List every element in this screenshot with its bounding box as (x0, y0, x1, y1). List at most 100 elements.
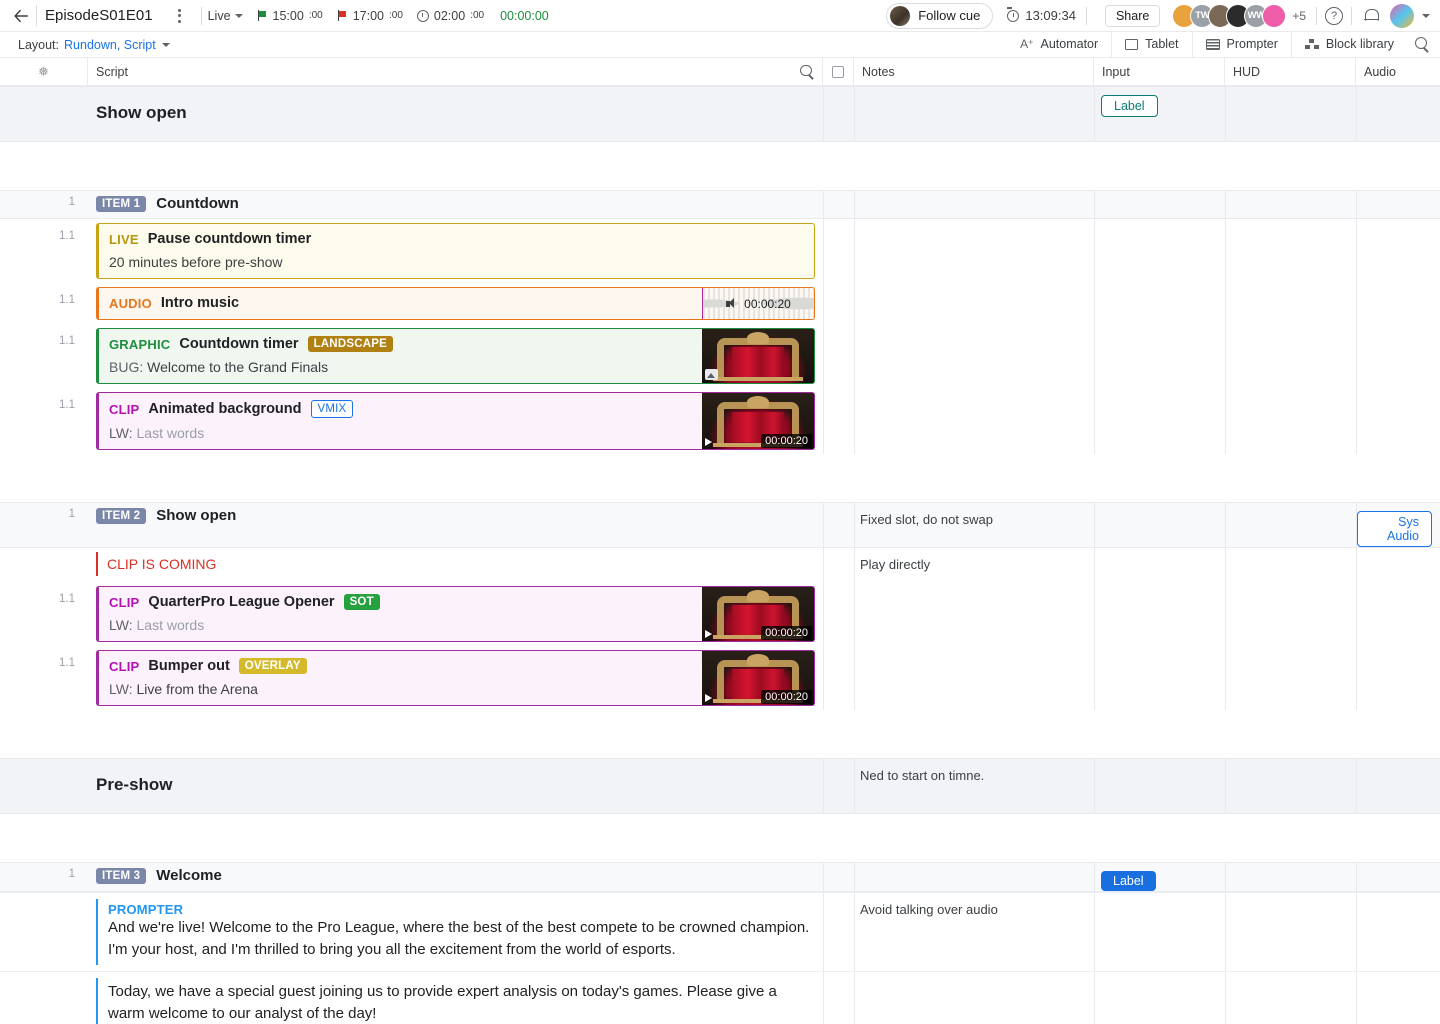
notes-cell[interactable] (854, 191, 1094, 218)
section-title[interactable]: Pre-show (88, 759, 823, 795)
audio-cell-col[interactable] (1356, 972, 1440, 1024)
block-graphic[interactable]: GRAPHIC Countdown timer LANDSCAPE BUG: Welc… (96, 328, 815, 384)
script-block-text[interactable]: Today, we have a special guest joining u… (96, 978, 815, 1024)
row-select-cell[interactable] (823, 646, 854, 710)
row-select-cell[interactable] (823, 324, 854, 388)
back-arrow-icon[interactable] (8, 3, 34, 29)
audio-cell-col[interactable] (1356, 283, 1440, 324)
notes-cell[interactable]: Ned to start on timne. (854, 759, 1094, 813)
block-audio[interactable]: AUDIO Intro music 00:00:20 (96, 287, 815, 320)
chevron-down-icon[interactable] (161, 42, 170, 47)
freeze-column-button[interactable]: ❅ (0, 58, 88, 85)
collaborator-avatars[interactable]: TW WW (1172, 3, 1287, 28)
script-block-prompter[interactable]: PROMPTER And we're live! Welcome to the P… (96, 899, 815, 966)
search-icon[interactable] (800, 64, 814, 79)
input-cell[interactable] (1094, 893, 1225, 972)
input-cell[interactable] (1094, 503, 1225, 547)
avatar[interactable] (1262, 3, 1287, 28)
row-select-cell[interactable] (823, 219, 854, 283)
notes-cell[interactable] (854, 972, 1094, 1024)
audio-cell-col[interactable] (1356, 863, 1440, 891)
audio-cell-col[interactable] (1356, 388, 1440, 454)
row-select-cell[interactable] (823, 582, 854, 646)
row-select-cell[interactable] (823, 87, 854, 141)
row-select-cell[interactable] (823, 548, 854, 582)
checkbox-icon[interactable] (832, 65, 844, 78)
notes-cell[interactable] (854, 863, 1094, 891)
input-cell[interactable]: Label (1094, 863, 1225, 891)
block-library-button[interactable]: Block library (1290, 32, 1407, 57)
column-header-hud[interactable]: HUD (1225, 58, 1356, 85)
input-chip[interactable]: Label (1101, 871, 1156, 891)
row-select-cell[interactable] (823, 191, 854, 218)
select-all-cell[interactable] (823, 58, 854, 85)
row-select-cell[interactable] (823, 893, 854, 972)
audio-chip[interactable]: Sys Audio (1357, 511, 1432, 547)
input-cell[interactable] (1094, 759, 1225, 813)
row-select-cell[interactable] (823, 863, 854, 891)
hud-cell[interactable] (1225, 219, 1356, 283)
hud-cell[interactable] (1225, 646, 1356, 710)
audio-cell-col[interactable] (1356, 548, 1440, 582)
episode-title[interactable]: EpisodeS01E01 (36, 5, 159, 26)
block-badge[interactable]: VMIX (310, 400, 354, 418)
play-icon[interactable] (705, 630, 712, 638)
input-cell[interactable] (1094, 191, 1225, 218)
input-cell[interactable] (1094, 582, 1225, 646)
item-badge[interactable]: ITEM 2 (96, 507, 147, 524)
hud-cell[interactable] (1225, 87, 1356, 141)
row-select-cell[interactable] (823, 283, 854, 324)
notes-cell[interactable]: Fixed slot, do not swap (854, 503, 1094, 547)
input-cell[interactable] (1094, 548, 1225, 582)
input-cell[interactable] (1094, 388, 1225, 454)
block-clip[interactable]: CLIP Animated background VMIX LW: Last word… (96, 392, 815, 450)
automator-button[interactable]: A⁺ Automator (1007, 32, 1111, 57)
notes-cell[interactable] (854, 324, 1094, 388)
play-icon[interactable] (705, 438, 712, 446)
audio-cell-col[interactable] (1356, 893, 1440, 972)
hud-cell[interactable] (1225, 283, 1356, 324)
notes-cell[interactable] (854, 219, 1094, 283)
block-badge[interactable]: OVERLAY (238, 658, 307, 674)
help-icon[interactable]: ? (1325, 6, 1343, 25)
hud-cell[interactable] (1225, 548, 1356, 582)
notes-cell[interactable] (854, 283, 1094, 324)
input-cell[interactable] (1094, 219, 1225, 283)
item-badge[interactable]: ITEM 3 (96, 867, 147, 884)
row-select-cell[interactable] (823, 759, 854, 813)
block-badge[interactable]: SOT (343, 594, 380, 610)
script-paragraph[interactable]: And we're live! Welcome to the Pro Leagu… (108, 917, 815, 961)
notes-cell[interactable] (854, 388, 1094, 454)
block-live[interactable]: LIVE Pause countdown timer 20 minutes befo… (96, 223, 815, 279)
search-icon[interactable] (1415, 37, 1430, 52)
input-cell[interactable] (1094, 324, 1225, 388)
tablet-button[interactable]: Tablet (1111, 32, 1191, 57)
hud-cell[interactable] (1225, 388, 1356, 454)
block-subtext[interactable]: 20 minutes before pre-show (109, 254, 804, 270)
row-select-cell[interactable] (823, 388, 854, 454)
more-options-icon[interactable] (169, 8, 191, 23)
mode-selector[interactable]: Live (208, 9, 243, 23)
script-paragraph[interactable]: Today, we have a special guest joining u… (108, 981, 815, 1024)
user-avatar[interactable] (1390, 3, 1414, 28)
audio-cell-col[interactable] (1356, 87, 1440, 141)
hud-cell[interactable] (1225, 324, 1356, 388)
block-clip[interactable]: CLIP Bumper out OVERLAY LW: Live from the A… (96, 650, 815, 706)
block-subtext[interactable]: LW: Live from the Arena (109, 681, 692, 697)
block-subtext[interactable]: LW: Last words (109, 617, 692, 633)
column-header-script[interactable]: Script (88, 58, 823, 85)
notes-cell[interactable] (854, 87, 1094, 141)
audio-cell-col[interactable] (1356, 759, 1440, 813)
audio-cell-col[interactable] (1356, 219, 1440, 283)
block-subtext[interactable]: LW: Last words (109, 425, 692, 441)
hud-cell[interactable] (1225, 863, 1356, 891)
input-cell[interactable] (1094, 972, 1225, 1024)
audio-cell-col[interactable] (1356, 191, 1440, 218)
hud-cell[interactable] (1225, 503, 1356, 547)
row-select-cell[interactable] (823, 972, 854, 1024)
media-thumbnail[interactable]: 00:00:20 (702, 651, 814, 705)
input-cell[interactable]: Label (1094, 87, 1225, 141)
audio-cell-col[interactable] (1356, 582, 1440, 646)
column-header-audio[interactable]: Audio (1356, 58, 1440, 85)
notes-cell[interactable]: Play directly (854, 548, 1094, 582)
